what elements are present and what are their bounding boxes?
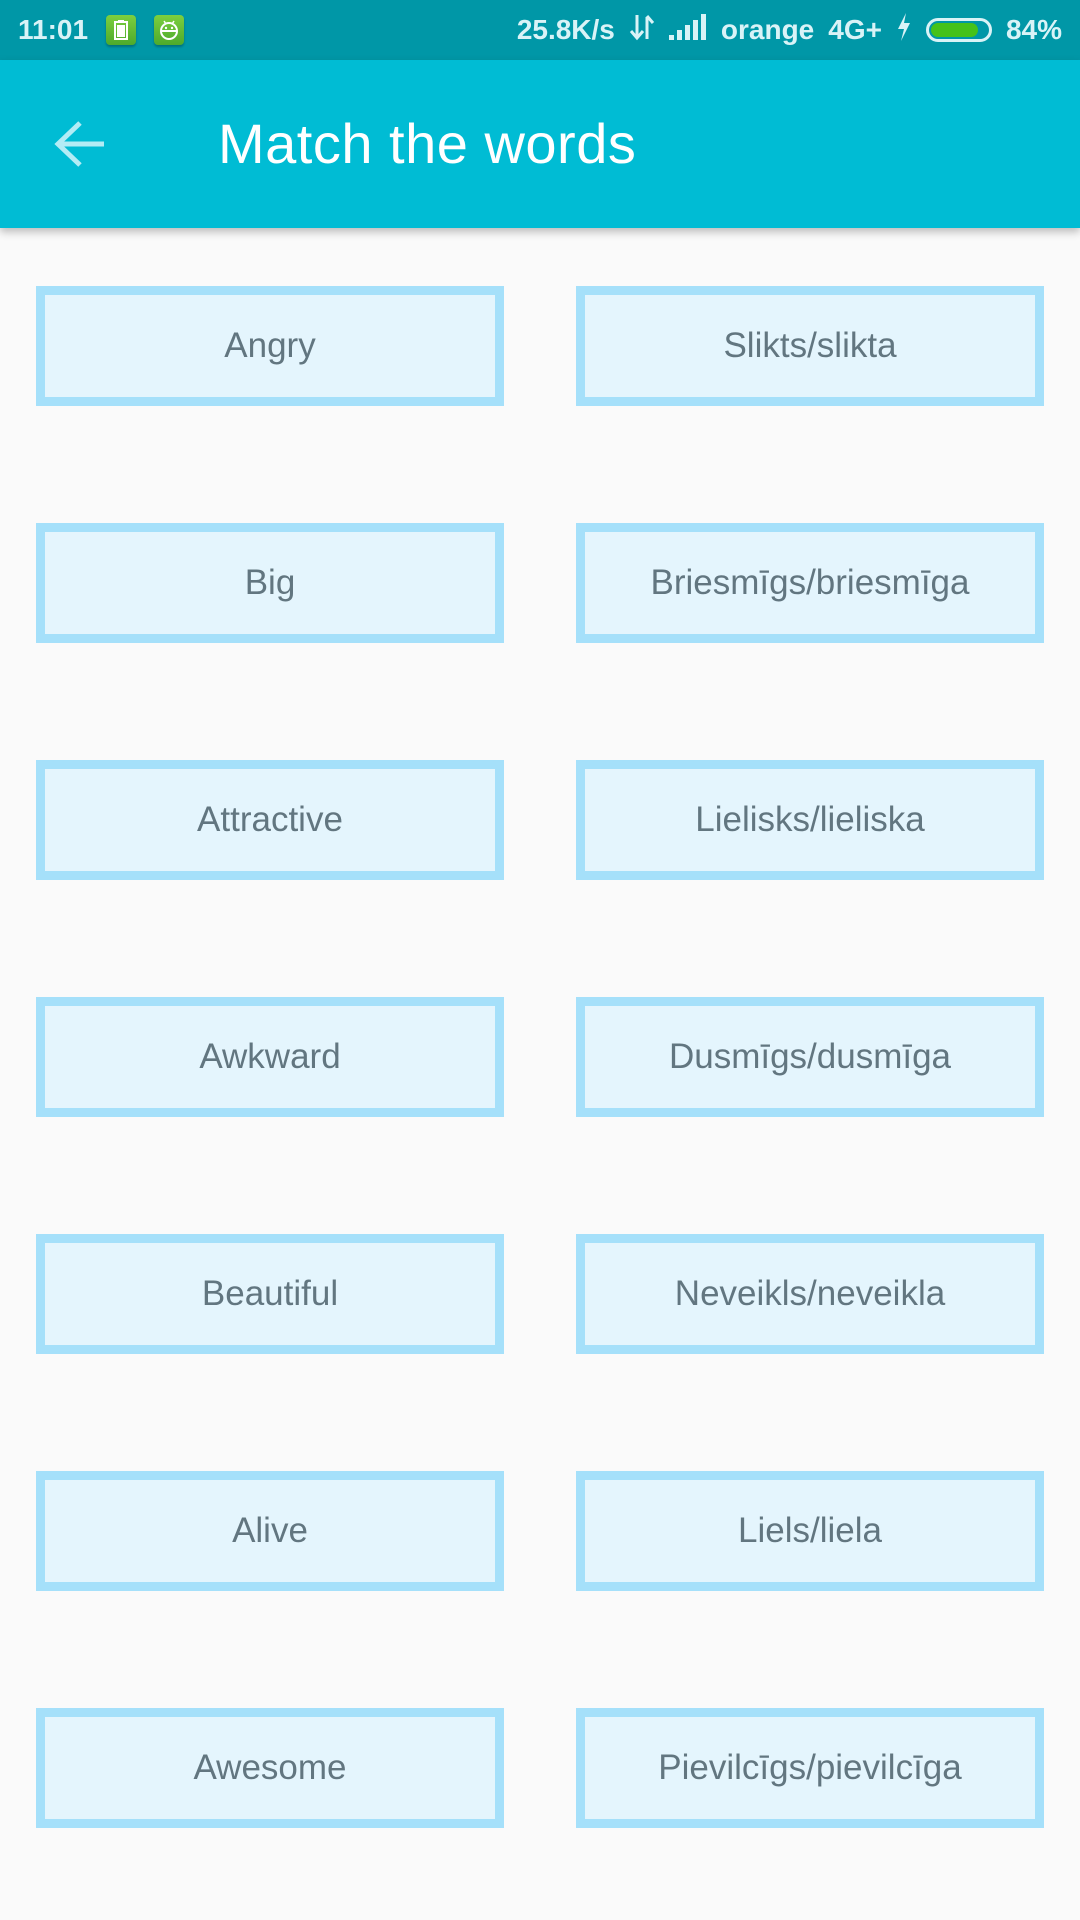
word-card-latvian[interactable]: Pievilcīgs/pievilcīga — [576, 1708, 1044, 1828]
word-card-latvian[interactable]: Slikts/slikta — [576, 286, 1044, 406]
word-card-latvian[interactable]: Lielisks/lieliska — [576, 760, 1044, 880]
word-card-english[interactable]: Awkward — [36, 997, 504, 1117]
word-card-english[interactable]: Alive — [36, 1471, 504, 1591]
battery-saver-icon — [106, 15, 137, 45]
network-speed: 25.8K/s — [516, 14, 615, 45]
word-card-latvian[interactable]: Liels/liela — [576, 1471, 1044, 1591]
word-card-latvian[interactable]: Dusmīgs/dusmīga — [576, 997, 1044, 1117]
charging-bolt-icon — [896, 12, 912, 48]
signal-strength-icon — [668, 13, 707, 47]
page-title: Match the words — [218, 112, 637, 175]
back-button[interactable] — [50, 116, 110, 172]
clock: 11:01 — [18, 14, 89, 45]
network-type: 4G+ — [828, 14, 882, 45]
word-card-english[interactable]: Awesome — [36, 1708, 504, 1828]
carrier-name: orange — [720, 14, 815, 45]
word-match-grid: Angry Slikts/slikta Big Briesmīgs/briesm… — [36, 286, 1044, 1828]
data-transfer-icon — [629, 13, 655, 48]
battery-percent: 84% — [1005, 14, 1062, 45]
word-card-english[interactable]: Beautiful — [36, 1234, 504, 1354]
word-card-english[interactable]: Angry — [36, 286, 504, 406]
android-robot-icon — [154, 15, 185, 45]
word-card-latvian[interactable]: Briesmīgs/briesmīga — [576, 523, 1044, 643]
word-card-latvian[interactable]: Neveikls/neveikla — [576, 1234, 1044, 1354]
word-card-english[interactable]: Attractive — [36, 760, 504, 880]
arrow-back-icon — [54, 121, 104, 167]
battery-level-fill — [930, 23, 978, 37]
battery-icon — [925, 18, 992, 42]
app-bar: Match the words — [0, 60, 1080, 228]
status-bar: 11:01 25.8K/s orange 4G+ 84% — [0, 0, 1080, 60]
word-card-english[interactable]: Big — [36, 523, 504, 643]
